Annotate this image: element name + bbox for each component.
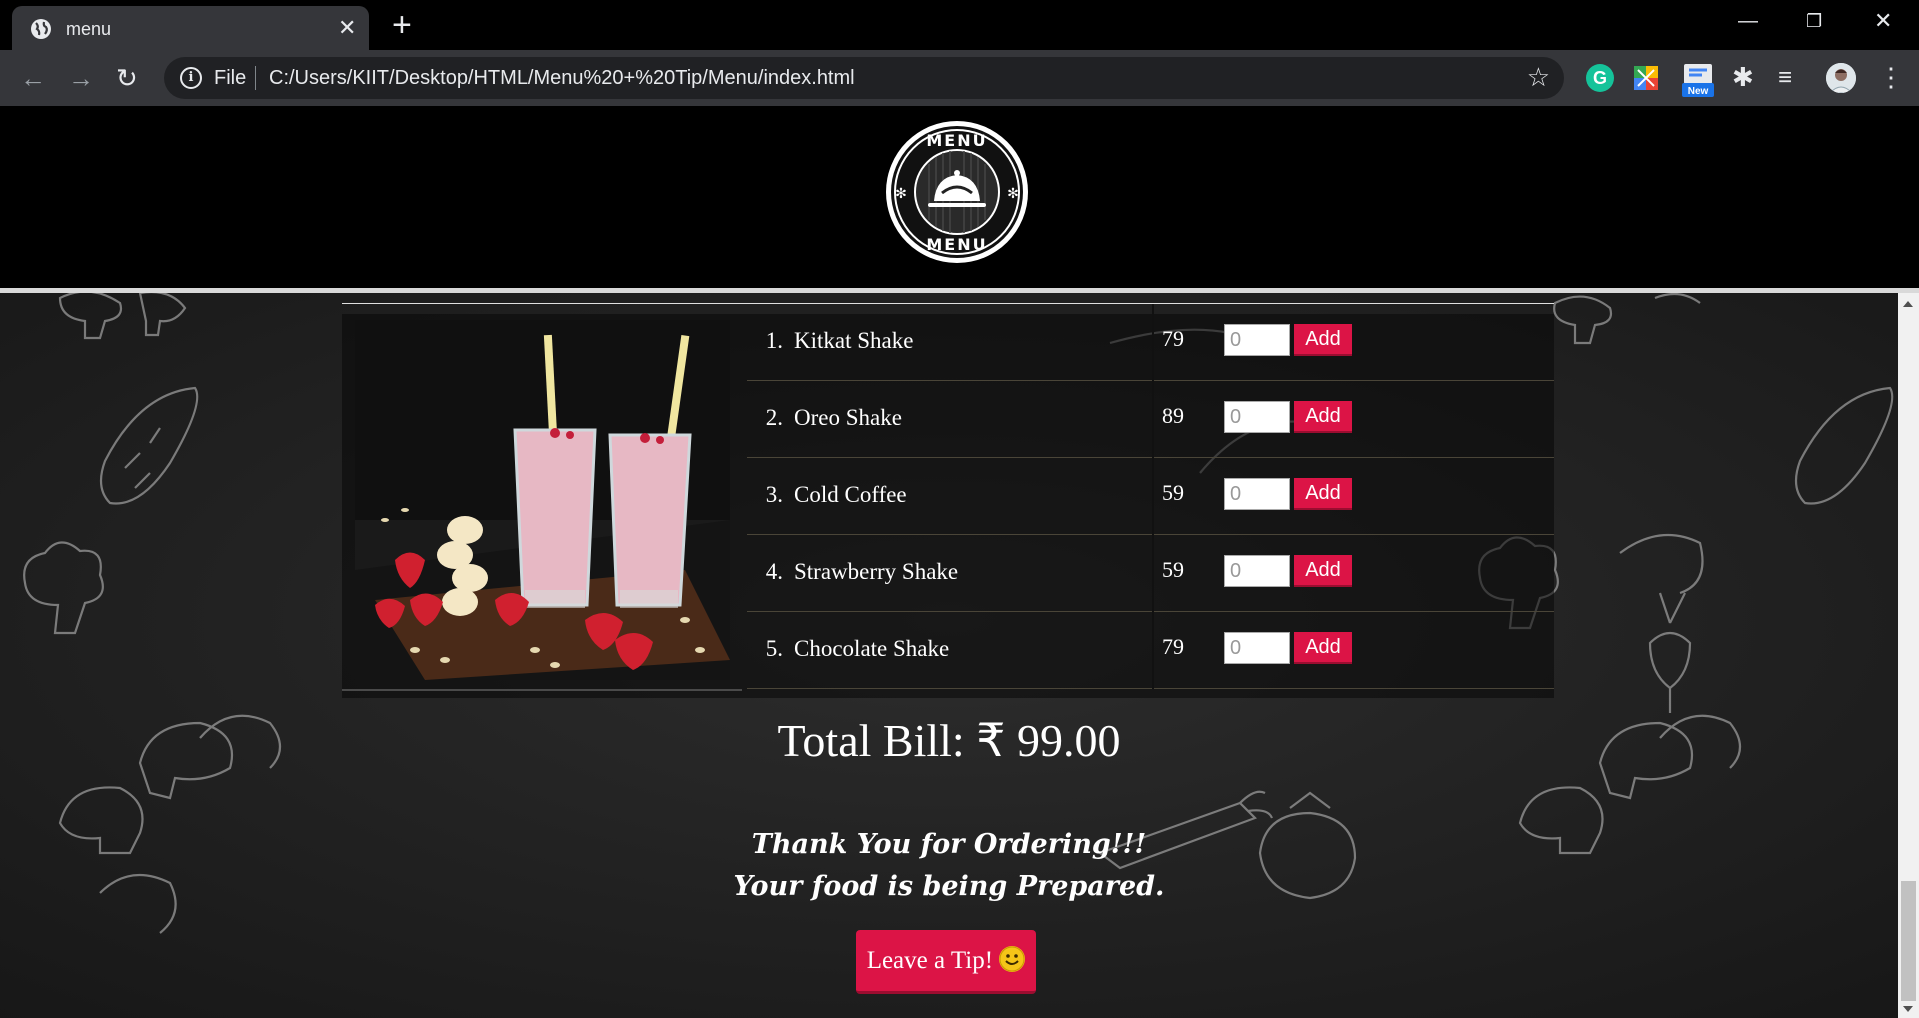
food-prepared-line: Your food is being Prepared. [733,871,1165,902]
thank-you-message: Thank You for Ordering!!! Your food is b… [0,824,1898,908]
item-price: 59 [1162,480,1184,505]
menu-row: 2. Oreo Shake 89 0 Add [747,381,1554,458]
restore-icon[interactable]: ❐ [1806,8,1822,34]
item-number: 1. [765,328,783,353]
back-arrow-icon[interactable]: ← [20,63,46,93]
leave-tip-button[interactable]: Leave a Tip! [856,930,1036,994]
address-url[interactable]: C:/Users/KIIT/Desktop/HTML/Menu%20+%20Ti… [269,67,855,90]
image-cell-border [342,689,742,691]
add-button[interactable]: Add [1294,324,1352,356]
minimize-icon[interactable]: — [1738,8,1758,34]
item-name: Oreo Shake [794,405,902,430]
grammarly-extension-icon[interactable]: G [1586,64,1614,92]
item-number: 5. [765,636,783,661]
reload-icon[interactable]: ↻ [116,63,138,93]
quantity-input[interactable]: 0 [1224,478,1290,510]
window-close-icon[interactable]: ✕ [1874,8,1892,34]
item-number: 2. [765,405,783,430]
address-scheme-label: File [214,67,247,89]
column-divider [1152,304,1154,381]
svg-text:✻: ✻ [1007,186,1019,202]
extensions-puzzle-icon[interactable]: ✱ [1732,62,1754,92]
address-bar[interactable]: i File C:/Users/KIIT/Desktop/HTML/Menu%2… [164,57,1564,99]
item-number: 3. [765,482,783,507]
logo-bottom-text: MENU [926,235,987,254]
item-price: 79 [1162,326,1184,351]
browser-menu-icon[interactable]: ⋮ [1878,62,1904,92]
quantity-input[interactable]: 0 [1224,555,1290,587]
column-divider [1152,381,1154,458]
menu-row: 3. Cold Coffee 59 0 Add [747,458,1554,535]
new-tab-button[interactable]: + [392,8,412,42]
info-icon[interactable]: i [180,67,202,89]
scrollbar-thumb[interactable] [1901,881,1916,1001]
scroll-down-icon[interactable] [1903,1006,1913,1012]
site-header: MENU MENU ✻ ✻ [0,106,1919,288]
column-divider [1152,612,1154,689]
menu-row: 1. Kitkat Shake 79 0 Add [747,304,1554,381]
item-number: 4. [765,559,783,584]
sheets-extension-icon[interactable] [1634,66,1658,90]
milkshake-photo [355,320,730,680]
tab-title: menu [66,19,112,39]
column-divider [1152,458,1154,535]
tab-close-icon[interactable]: ✕ [338,17,356,39]
scroll-up-icon[interactable] [1903,301,1913,307]
item-name: Cold Coffee [794,482,907,507]
new-extension-icon[interactable]: New [1682,64,1714,98]
menu-row: 4. Strawberry Shake 59 0 Add [747,535,1554,612]
add-button[interactable]: Add [1294,478,1352,510]
thank-you-line: Thank You for Ordering!!! [751,829,1147,860]
profile-avatar[interactable] [1826,63,1856,93]
tip-button-label: Leave a Tip! [866,947,994,974]
total-bill: Total Bill: ₹ 99.00 [777,715,1121,766]
media-control-icon[interactable]: ≡ [1778,63,1792,91]
item-name: Kitkat Shake [794,328,914,353]
globe-icon [31,19,51,39]
browser-tab[interactable]: menu ✕ [12,6,369,50]
browser-toolbar: ← → ↻ i File C:/Users/KIIT/Desktop/HTML/… [0,50,1919,106]
menu-row: 5. Chocolate Shake 79 0 Add [747,612,1554,689]
avatar-person-icon [1826,63,1856,93]
quantity-input[interactable]: 0 [1224,632,1290,664]
item-name: Strawberry Shake [794,559,959,584]
page-viewport: MENU MENU ✻ ✻ 1. Kitkat Shake 79 0 Add 2… [0,106,1919,1018]
extension-badge-label: New [1688,86,1709,97]
item-price: 79 [1162,634,1184,659]
chalkboard-background: 1. Kitkat Shake 79 0 Add 2. Oreo Shake 8… [0,293,1898,1018]
item-name: Chocolate Shake [794,636,950,661]
address-divider [255,66,256,90]
forward-arrow-icon[interactable]: → [68,63,94,93]
item-price: 89 [1162,403,1184,428]
smiley-icon [999,946,1026,972]
svg-text:✻: ✻ [895,186,907,202]
menu-table: 1. Kitkat Shake 79 0 Add 2. Oreo Shake 8… [342,303,1554,698]
menu-logo: MENU MENU ✻ ✻ [886,121,1028,263]
browser-tab-bar: menu ✕ + — ❐ ✕ [0,0,1919,50]
page-scrollbar[interactable] [1898,293,1919,1018]
add-button[interactable]: Add [1294,401,1352,433]
quantity-input[interactable]: 0 [1224,324,1290,356]
item-price: 59 [1162,557,1184,582]
column-divider [1152,535,1154,612]
quantity-input[interactable]: 0 [1224,401,1290,433]
add-button[interactable]: Add [1294,632,1352,664]
logo-top-text: MENU [926,131,987,150]
bookmark-star-icon[interactable]: ☆ [1527,63,1550,91]
add-button[interactable]: Add [1294,555,1352,587]
